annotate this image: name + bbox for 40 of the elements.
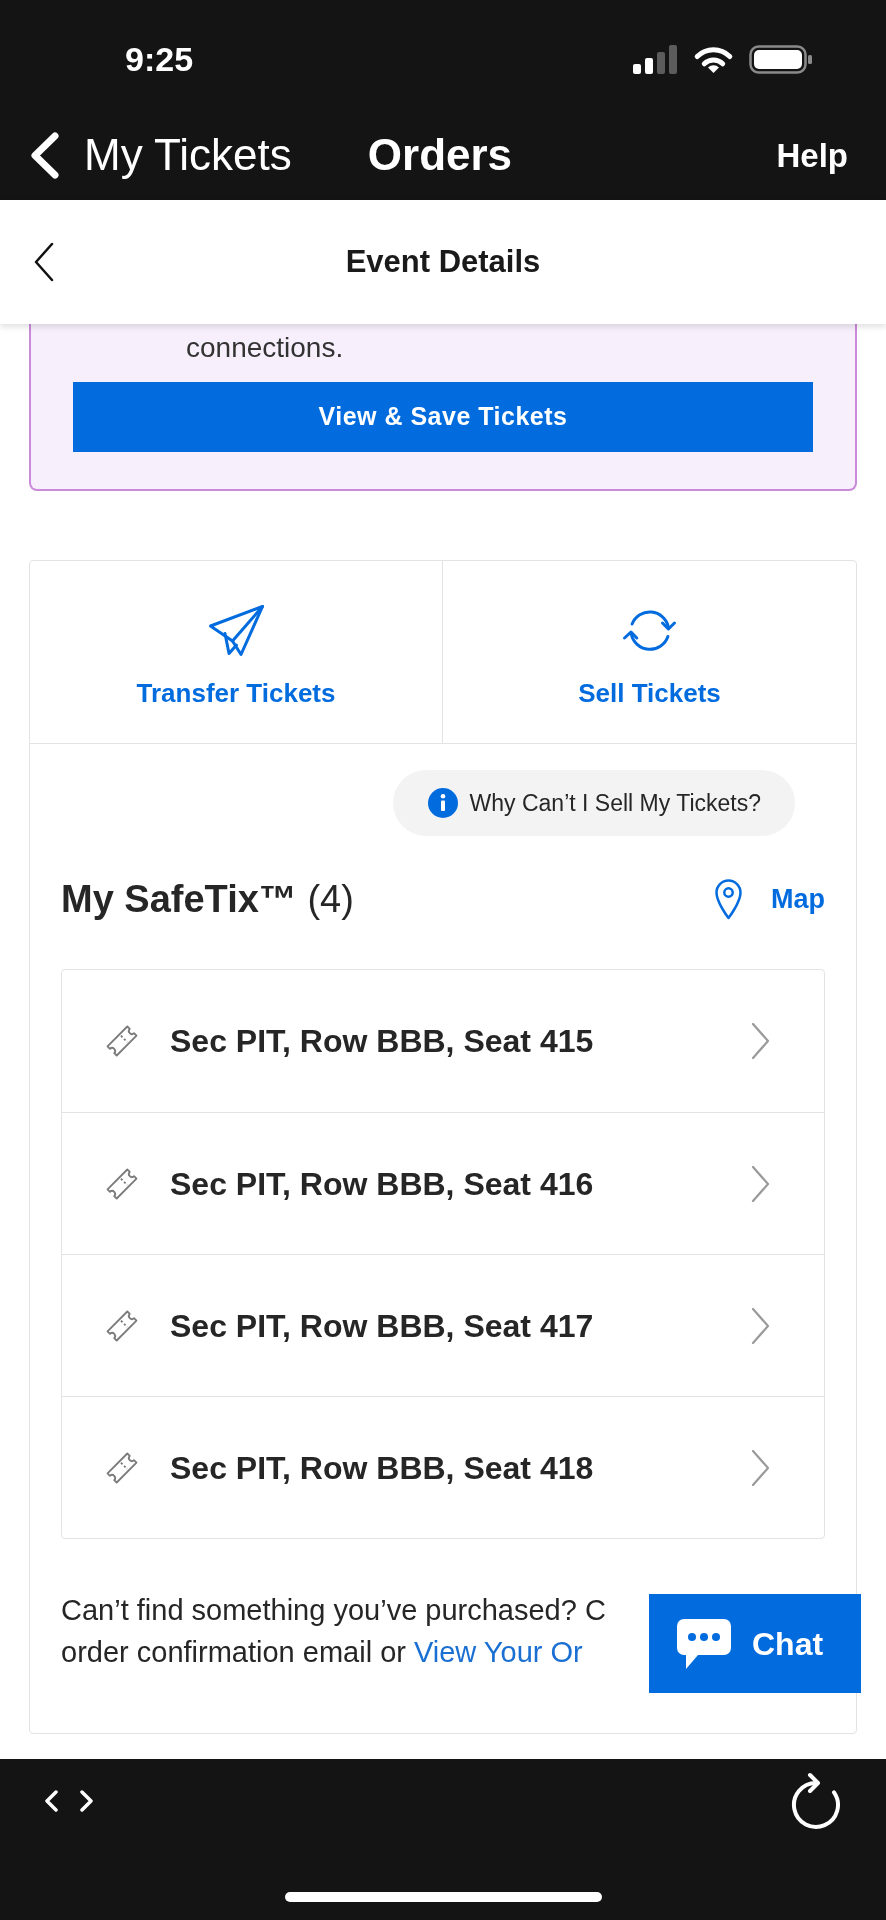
chevron-right-icon: [751, 1448, 770, 1487]
ticket-row[interactable]: Sec PIT, Row BBB, Seat 416: [62, 1112, 824, 1254]
chevron-left-icon: [43, 1790, 59, 1812]
safetix-heading: My SafeTix™ (4): [61, 880, 354, 918]
ticket-row[interactable]: Sec PIT, Row BBB, Seat 417: [62, 1254, 824, 1396]
sell-tickets-button[interactable]: Sell Tickets: [443, 561, 856, 743]
help-button[interactable]: Help: [776, 138, 848, 172]
notice-text: connections.: [186, 332, 344, 364]
back-chevron-icon: [33, 242, 54, 282]
page-title: Event Details: [344, 242, 542, 281]
nav-title: Orders: [367, 133, 513, 177]
why-cant-sell-button[interactable]: Why Can’t I Sell My Tickets?: [392, 770, 795, 836]
signal-icon: [633, 44, 678, 74]
info-icon: [427, 788, 458, 818]
chevron-right-icon: [751, 1306, 770, 1345]
transfer-tickets-button[interactable]: Transfer Tickets: [30, 561, 443, 743]
ticket-row[interactable]: Sec PIT, Row BBB, Seat 418: [62, 1396, 824, 1538]
map-pin-icon: [715, 878, 742, 920]
back-button[interactable]: [33, 242, 54, 282]
chevron-right-icon: [751, 1022, 770, 1060]
paper-plane-icon: [207, 604, 265, 657]
map-link[interactable]: Map: [715, 878, 825, 920]
browser-back-button[interactable]: [43, 1790, 59, 1812]
reload-icon: [791, 1772, 841, 1830]
view-save-tickets-button[interactable]: View & Save Tickets: [73, 382, 813, 452]
ticket-row[interactable]: Sec PIT, Row BBB, Seat 415: [62, 970, 824, 1112]
reload-button[interactable]: [791, 1772, 841, 1830]
circular-arrows-icon: [621, 608, 678, 653]
ticket-icon: [104, 1023, 140, 1059]
clock-time: 9:25: [125, 42, 194, 76]
battery-icon: [749, 44, 812, 74]
chevron-right-icon: [79, 1790, 95, 1812]
wifi-icon: [693, 44, 734, 74]
chevron-right-icon: [751, 1164, 770, 1203]
back-chevron-icon: [28, 130, 60, 180]
browser-forward-button[interactable]: [79, 1790, 95, 1812]
chat-button[interactable]: Chat: [649, 1594, 861, 1693]
view-orders-link[interactable]: View Your Or: [414, 1636, 583, 1668]
chat-bubble-icon: [677, 1618, 731, 1669]
my-tickets-back-button[interactable]: My Tickets: [28, 130, 292, 180]
